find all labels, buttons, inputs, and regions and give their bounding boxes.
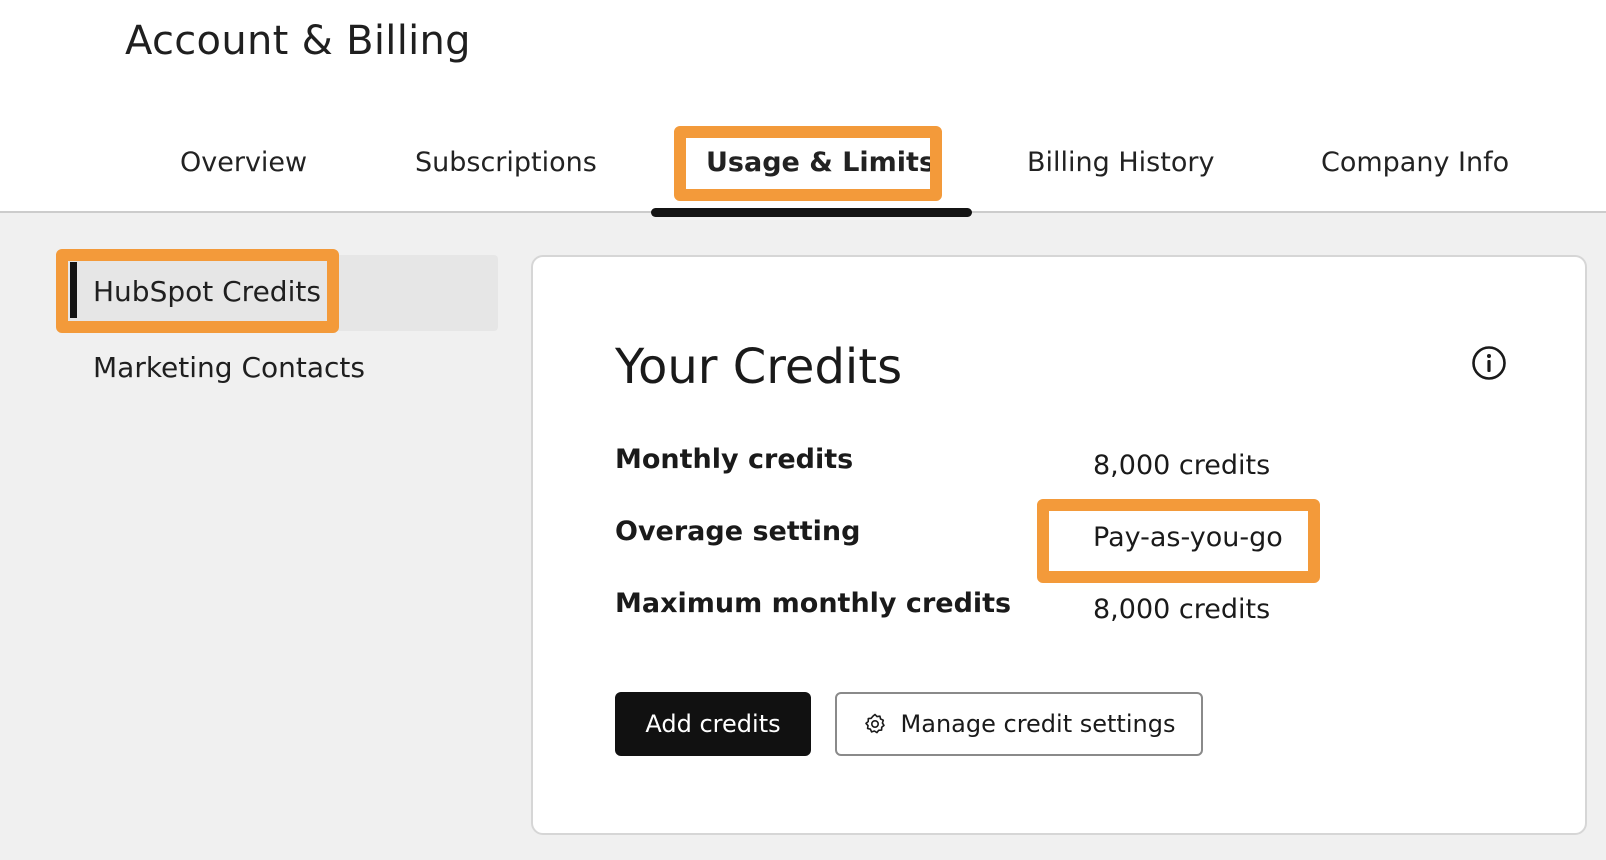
maximum-monthly-credits-value: 8,000 credits	[1093, 594, 1271, 625]
tab-billing-history[interactable]: Billing History	[1027, 145, 1214, 181]
overage-setting-value: Pay-as-you-go	[1093, 522, 1283, 553]
maximum-monthly-credits-label: Maximum monthly credits	[615, 588, 1012, 619]
active-tab-indicator	[651, 208, 972, 217]
tab-company-info[interactable]: Company Info	[1321, 145, 1509, 181]
sidebar-item-marketing-contacts[interactable]: Marketing Contacts	[93, 350, 365, 386]
sidebar-active-indicator	[70, 262, 77, 318]
page-title: Account & Billing	[125, 18, 471, 64]
sidebar-item-hubspot-credits[interactable]: HubSpot Credits	[93, 274, 321, 310]
overage-setting-label: Overage setting	[615, 516, 861, 547]
top-header: Account & Billing Overview Subscriptions…	[0, 0, 1606, 217]
monthly-credits-label: Monthly credits	[615, 444, 854, 475]
gear-icon	[864, 713, 885, 734]
tab-subscriptions[interactable]: Subscriptions	[415, 145, 597, 181]
card-title: Your Credits	[615, 339, 903, 395]
add-credits-button[interactable]: Add credits	[615, 692, 811, 756]
manage-credit-settings-button[interactable]: Manage credit settings	[835, 692, 1203, 756]
monthly-credits-value: 8,000 credits	[1093, 450, 1271, 481]
tab-usage-limits[interactable]: Usage & Limits	[706, 145, 935, 181]
manage-credit-settings-label: Manage credit settings	[900, 710, 1176, 738]
info-icon[interactable]	[1471, 345, 1507, 381]
tab-overview[interactable]: Overview	[180, 145, 307, 181]
credits-card: Your Credits Monthly credits 8,000 credi…	[531, 255, 1587, 835]
